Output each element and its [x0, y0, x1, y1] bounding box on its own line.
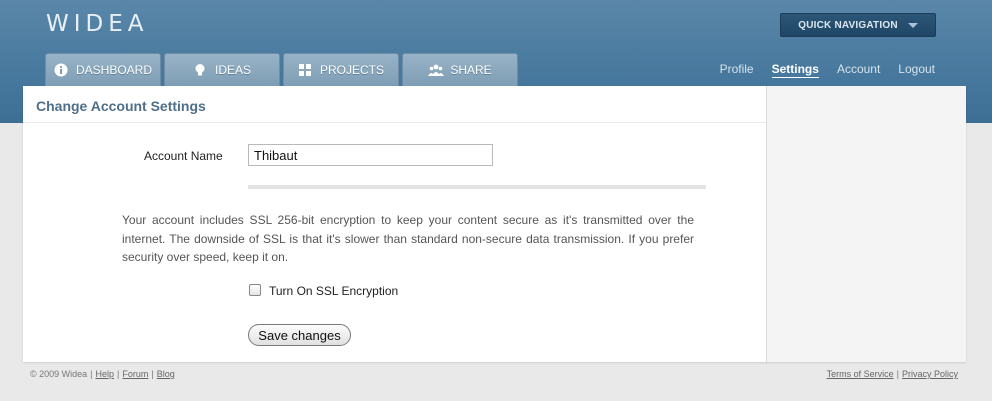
tab-ideas[interactable]: IDEAS [164, 53, 280, 86]
tab-label: SHARE [450, 63, 492, 77]
footer-left: © 2009 Widea | Help | Forum | Blog [30, 369, 175, 379]
account-name-label: Account Name [144, 149, 223, 163]
profile-link[interactable]: Profile [720, 62, 754, 78]
footer-right: Terms of Service | Privacy Policy [826, 369, 958, 379]
terms-link[interactable]: Terms of Service [827, 369, 894, 379]
tab-dashboard[interactable]: DASHBOARD [45, 53, 161, 86]
settings-link[interactable]: Settings [771, 62, 819, 78]
lightbulb-icon [193, 63, 207, 77]
page-title: Change Account Settings [36, 98, 206, 114]
people-icon [428, 63, 445, 77]
chevron-down-icon [907, 22, 918, 28]
ssl-checkbox[interactable] [249, 284, 261, 296]
top-links: Profile Settings Account Logout [720, 62, 935, 78]
tab-projects[interactable]: PROJECTS [283, 53, 399, 86]
logout-link[interactable]: Logout [898, 62, 935, 78]
quick-navigation-button[interactable]: QUICK NAVIGATION [780, 13, 936, 37]
grid-icon [298, 63, 312, 77]
save-changes-button[interactable]: Save changes [248, 324, 351, 346]
copyright-text: © 2009 Widea [30, 369, 88, 379]
info-icon [54, 63, 68, 77]
account-link[interactable]: Account [837, 62, 880, 78]
divider-bar [248, 185, 706, 189]
sidebar [766, 86, 966, 362]
ssl-description: Your account includes SSL 256-bit encryp… [122, 213, 694, 264]
quick-navigation-label: QUICK NAVIGATION [798, 19, 898, 31]
logo[interactable]: WIDEA [46, 11, 149, 37]
help-link[interactable]: Help [96, 369, 115, 379]
tab-label: IDEAS [214, 63, 251, 77]
ssl-checkbox-label[interactable]: Turn On SSL Encryption [269, 284, 398, 298]
main-tabs: DASHBOARD IDEAS PROJECTS SHARE [45, 53, 518, 86]
tab-label: DASHBOARD [75, 63, 152, 77]
tab-share[interactable]: SHARE [402, 53, 518, 86]
account-name-input[interactable] [248, 144, 493, 166]
privacy-link[interactable]: Privacy Policy [902, 369, 958, 379]
title-divider [23, 122, 766, 123]
forum-link[interactable]: Forum [122, 369, 148, 379]
tab-label: PROJECTS [319, 63, 384, 77]
blog-link[interactable]: Blog [157, 369, 175, 379]
